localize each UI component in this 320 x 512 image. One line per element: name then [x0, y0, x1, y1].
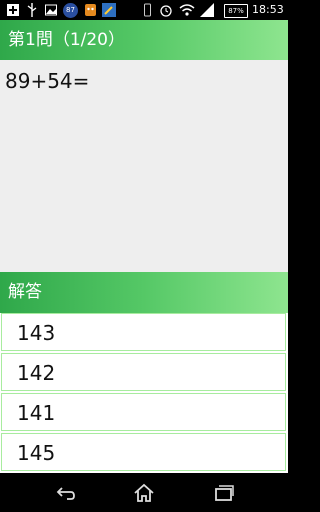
- image-icon: [45, 4, 57, 16]
- question-area: 89+54=: [0, 60, 288, 272]
- answer-option[interactable]: 145: [1, 433, 286, 471]
- answer-option[interactable]: 141: [1, 393, 286, 431]
- answer-header: 解答: [0, 272, 288, 313]
- home-icon[interactable]: [132, 481, 156, 505]
- android-icon: [85, 4, 96, 16]
- plus-icon: [7, 4, 19, 16]
- answer-option[interactable]: 143: [1, 313, 286, 351]
- badge-icon: 87: [63, 3, 78, 18]
- recent-apps-icon[interactable]: [212, 481, 236, 505]
- signal-icon: [200, 3, 214, 17]
- vibrate-icon: [144, 3, 151, 17]
- alarm-icon: [160, 5, 172, 17]
- back-icon[interactable]: [53, 481, 77, 505]
- question-header: 第1問（1/20）: [0, 20, 288, 60]
- tool-icon: [102, 3, 116, 17]
- battery-icon: 87%: [224, 4, 248, 18]
- answer-option[interactable]: 142: [1, 353, 286, 391]
- wifi-icon: [179, 4, 195, 16]
- question-text: 89+54=: [5, 69, 90, 93]
- navigation-bar: [0, 473, 288, 512]
- clock: 18:53: [252, 3, 284, 16]
- status-bar: 87 87% 18:53: [0, 0, 288, 20]
- answer-options: 143 142 141 145: [0, 313, 288, 473]
- usb-icon: [27, 3, 37, 17]
